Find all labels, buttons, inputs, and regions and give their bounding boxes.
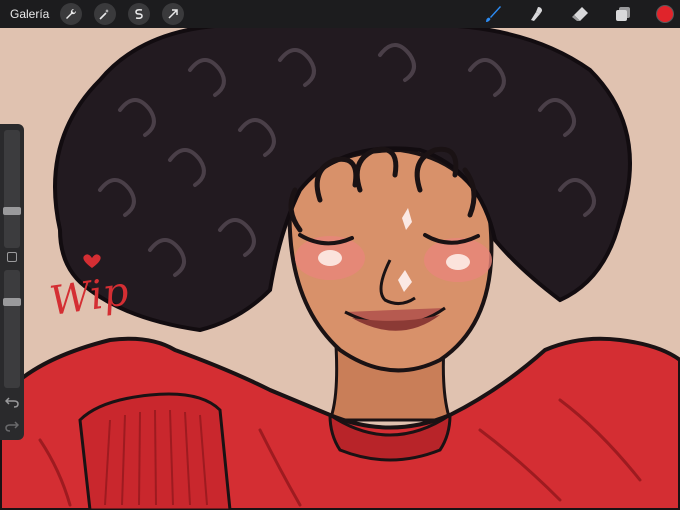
- magic-wand-icon: [99, 9, 109, 20]
- brush-icon: [486, 6, 501, 22]
- redo-icon[interactable]: [5, 418, 19, 432]
- layers-icon: [616, 7, 630, 21]
- undo-icon[interactable]: [5, 394, 19, 408]
- color-picker-button[interactable]: [656, 5, 674, 23]
- arrow-icon: [168, 9, 178, 19]
- drawing-canvas[interactable]: Wip: [0, 0, 680, 510]
- adjustments-button[interactable]: [94, 3, 116, 25]
- brush-tool-button[interactable]: [482, 3, 504, 25]
- eraser-icon: [572, 7, 588, 21]
- selection-button[interactable]: [128, 3, 150, 25]
- transform-button[interactable]: [162, 3, 184, 25]
- layers-button[interactable]: [612, 3, 634, 25]
- brush-size-thumb[interactable]: [3, 207, 21, 215]
- left-sidebar: [0, 124, 24, 440]
- opacity-thumb[interactable]: [3, 297, 21, 306]
- top-toolbar: Galería: [0, 0, 680, 28]
- eraser-tool-button[interactable]: [569, 3, 591, 25]
- modifier-square-icon[interactable]: [7, 252, 17, 262]
- opacity-slider[interactable]: [3, 270, 21, 388]
- smudge-tool-button[interactable]: [526, 3, 548, 25]
- wrench-icon: [66, 8, 77, 19]
- smudge-icon: [531, 7, 542, 21]
- selection-s-icon: [135, 9, 143, 19]
- actions-button[interactable]: [60, 3, 82, 25]
- gallery-button[interactable]: Galería: [10, 0, 49, 28]
- brush-size-slider[interactable]: [3, 130, 21, 248]
